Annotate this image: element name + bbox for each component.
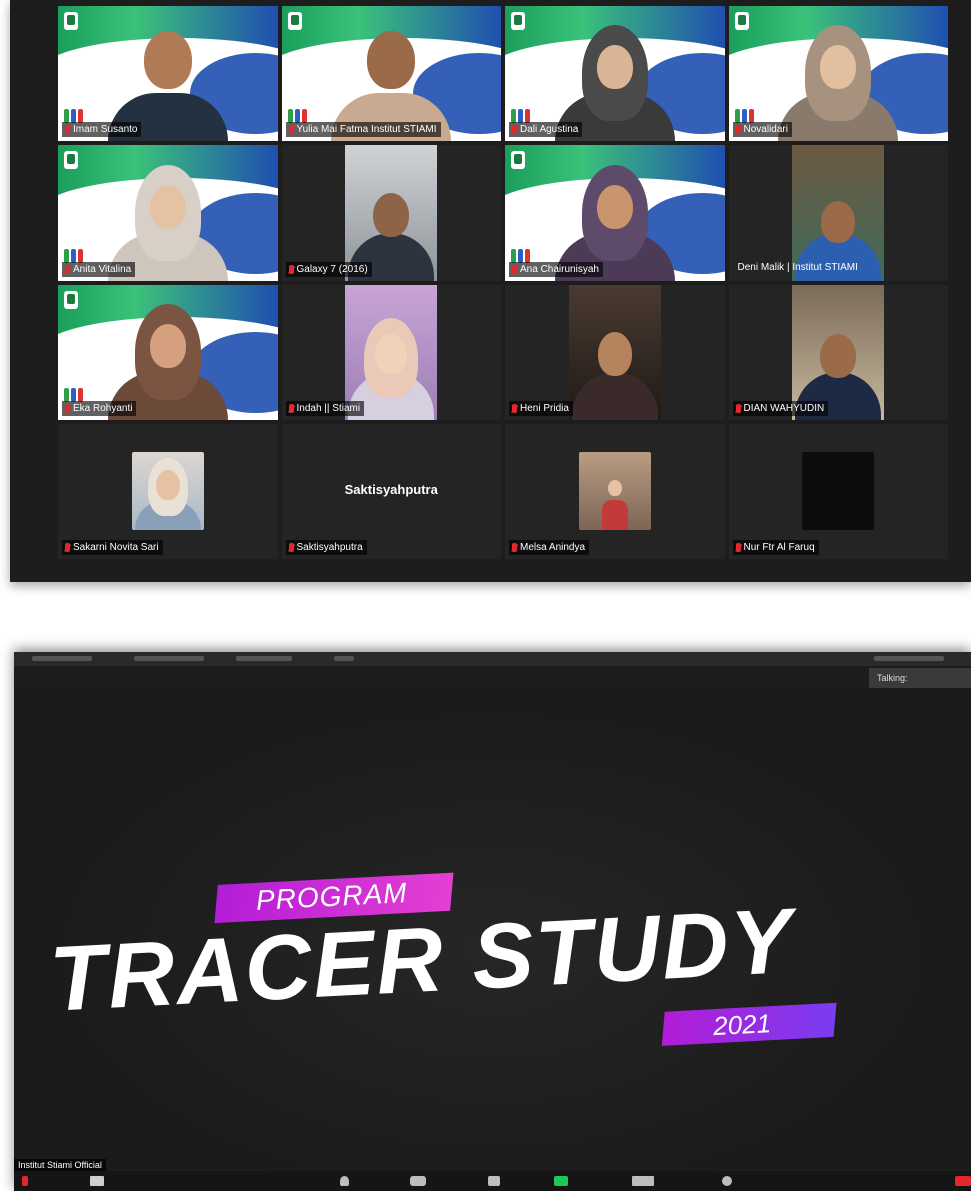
participant-video [345,145,438,281]
mic-muted-icon [512,125,517,135]
participant-name: Galaxy 7 (2016) [296,263,368,275]
chat-icon[interactable] [488,1176,500,1186]
logo-icon [287,12,302,30]
share-top-bar [14,652,971,666]
logo-icon [64,12,78,30]
participant-name-tag: Dali Agustina [509,122,583,138]
participant-name-tag: Eka Rohyanti [62,400,137,416]
participant-name: DIAN WAHYUDIN [743,402,825,414]
mic-muted-icon [288,403,294,413]
logo-icon [64,151,78,170]
mic-muted-icon [288,125,294,135]
screen-share-screenshot: Talking: PROGRAM TRACER STUDY 2021 Insti… [14,652,971,1191]
participant-name-tag: Ana Chairunisyah [509,261,603,277]
participant-name-tag: Indah || Stiami [285,400,365,416]
mic-muted-icon [65,264,70,274]
participant-avatar [131,451,204,530]
share-screen-icon[interactable] [554,1176,568,1186]
participant-name-tag: Melsa Anindya [509,540,590,555]
participant-name-tag: Nur Ftr Al Faruq [732,540,819,555]
meeting-toolbar [14,1171,971,1191]
microphone-icon[interactable] [22,1176,28,1186]
logo-icon [511,151,525,170]
participant-tile[interactable]: Heni Pridia [505,284,725,420]
participant-name-tag: Deni Malik | Institut STIAMI [735,260,862,275]
reactions-icon[interactable] [722,1176,732,1186]
record-icon[interactable] [632,1176,654,1186]
participant-tile[interactable]: Dali Agustina [505,6,725,142]
participant-video [568,284,661,420]
mic-muted-icon [65,125,70,135]
mic-muted-icon [512,403,517,413]
participant-name: Melsa Anindya [520,542,586,553]
participant-name: Nur Ftr Al Faruq [743,542,815,553]
participant-name: Sakarni Novita Sari [73,542,159,553]
mic-muted-icon [288,264,294,274]
participant-name: Yulia Mai Fatma Institut STIAMI [296,124,437,136]
gallery-view-screenshot: Imam Susanto Yulia Mai Fatma Institut ST… [10,0,971,582]
participant-tile[interactable]: Nur Ftr Al Faruq [728,423,948,559]
mic-muted-icon [512,543,517,552]
participant-name: Ana Chairunisyah [520,263,599,275]
end-meeting-button[interactable] [955,1176,971,1186]
participant-tile[interactable]: Indah || Stiami [281,284,501,420]
participant-name-tag: Imam Susanto [62,122,142,138]
slide-title: TRACER STUDY [47,889,797,1031]
participant-video [792,284,885,420]
participant-center-label: Saktisyahputra [344,481,438,497]
mic-muted-icon [735,403,741,413]
participant-tile[interactable]: Imam Susanto [58,6,278,142]
participant-avatar [578,451,651,530]
participant-tile[interactable]: Saktisyahputra Saktisyahputra [281,423,501,559]
participant-name-tag: Galaxy 7 (2016) [285,261,372,277]
logo-icon [511,12,525,30]
video-camera-icon[interactable] [90,1176,104,1186]
participant-name: Dali Agustina [520,124,579,136]
participant-name-tag: Novalidari [732,122,792,138]
participant-tile[interactable]: DIAN WAHYUDIN [728,284,948,420]
participant-tile[interactable]: Deni Malik | Institut STIAMI [728,145,948,281]
mic-muted-icon [735,543,741,552]
participant-name: Anita Vitalina [73,263,132,275]
participant-tile[interactable]: Melsa Anindya [505,423,725,559]
participant-name: Deni Malik | Institut STIAMI [737,261,858,273]
participant-tile[interactable]: Anita Vitalina [58,145,278,281]
participant-grid: Imam Susanto Yulia Mai Fatma Institut ST… [58,6,948,559]
participant-video [345,284,438,420]
mic-muted-icon [512,264,517,274]
participant-name-tag: Saktisyahputra [285,540,367,555]
participant-name-tag: Sakarni Novita Sari [62,540,163,555]
participant-name: Novalidari [743,124,788,136]
participants-icon[interactable] [410,1176,426,1186]
participant-tile[interactable]: Novalidari [728,6,948,142]
participant-tile-active-speaker[interactable]: Yulia Mai Fatma Institut STIAMI [281,6,501,142]
logo-icon [734,12,749,30]
participant-name-tag: Yulia Mai Fatma Institut STIAMI [285,122,441,138]
participant-name: Heni Pridia [520,402,569,414]
participant-name-tag: Heni Pridia [509,400,573,416]
participant-name: Imam Susanto [73,124,138,136]
host-name-label: Institut Stiami Official [14,1159,106,1171]
talking-indicator: Talking: [869,668,971,688]
participant-tile[interactable]: Sakarni Novita Sari [58,423,278,559]
participant-tile[interactable]: Ana Chairunisyah [505,145,725,281]
mic-muted-icon [288,543,294,552]
participant-tile[interactable]: Eka Rohyanti [58,284,278,420]
participant-avatar [802,451,875,530]
mic-muted-icon [735,125,741,135]
logo-icon [64,290,78,309]
participant-name: Eka Rohyanti [73,402,133,414]
shared-slide: PROGRAM TRACER STUDY 2021 [14,688,971,1169]
participant-tile[interactable]: Galaxy 7 (2016) [281,145,501,281]
participant-name-tag: Anita Vitalina [62,261,136,277]
participant-name: Indah || Stiami [296,402,361,414]
mic-muted-icon [65,543,70,552]
participant-name: Saktisyahputra [296,542,363,553]
participant-video [773,25,903,142]
slide-year: 2021 [712,1008,772,1042]
mic-muted-icon [65,403,70,413]
security-shield-icon[interactable] [340,1176,349,1186]
participant-name-tag: DIAN WAHYUDIN [732,400,829,416]
